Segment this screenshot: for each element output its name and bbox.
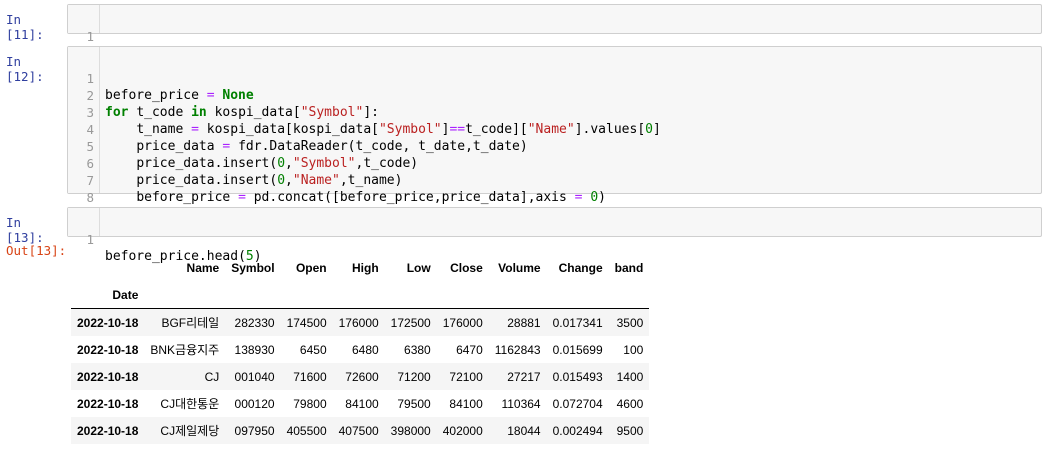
input-prompt: In [12]: — [6, 54, 44, 84]
table-cell: 84100 — [449, 396, 483, 411]
table-cell: 1400 — [616, 369, 644, 384]
column-header-row: Name Symbol Open High Low Close Volume C… — [71, 254, 649, 281]
table-cell: 172500 — [390, 315, 431, 330]
column-header: Open — [295, 260, 327, 275]
table-cell: 282330 — [234, 315, 275, 330]
table-cell: CJ제일제당 — [160, 424, 220, 438]
row-index: 2022-10-18 — [77, 423, 139, 438]
line-number: 8 — [86, 190, 94, 205]
table-cell: 84100 — [345, 396, 379, 411]
table-cell: 28881 — [507, 315, 541, 330]
code-editor[interactable]: 1 t_date = "2022-10-18" — [67, 4, 1042, 61]
table-cell: 6450 — [299, 342, 327, 357]
index-corner — [71, 254, 144, 281]
column-header: band — [614, 260, 644, 275]
table-cell: 138930 — [234, 342, 275, 357]
table-cell: 176000 — [442, 315, 483, 330]
table-cell: 6470 — [456, 342, 483, 357]
table-cell: 79500 — [397, 396, 431, 411]
row-index: 2022-10-18 — [77, 396, 139, 411]
table-cell: 72600 — [345, 369, 379, 384]
table-cell: 72100 — [449, 369, 483, 384]
table-cell: 000120 — [234, 396, 275, 411]
table-cell: 0.015699 — [552, 342, 603, 357]
notebook-cell-11[interactable]: In [11]: 1 t_date = "2022-10-18" — [0, 4, 1051, 61]
code-line: 3 t_name = kospi_data[kospi_data["Symbol… — [68, 87, 660, 137]
table-cell: 1162843 — [494, 342, 541, 357]
code-line: 7 before_price = pd.concat([before_price… — [68, 155, 606, 205]
table-cell: 001040 — [234, 369, 275, 384]
table-cell: CJ대한통운 — [160, 397, 220, 411]
index-name: Date — [112, 287, 139, 302]
column-header: Change — [558, 260, 603, 275]
code-editor[interactable]: 1 before_price.head(5) — [67, 207, 1042, 264]
table-cell: 71200 — [397, 369, 431, 384]
table-row: 2022-10-18 BGF리테일 282330 174500 176000 172500… — [71, 308, 650, 336]
table-cell: 6380 — [404, 342, 431, 357]
code-line: 8 before_price["band"] = before_price["H… — [68, 172, 621, 222]
code-line: 5 price_data.insert(0,"Symbol",t_code) — [68, 121, 418, 171]
column-header: Symbol — [231, 260, 275, 275]
table-row: 2022-10-18 CJ제일제당 097950 405500 407500 398000… — [71, 417, 650, 444]
table-cell: 176000 — [338, 315, 379, 330]
code-line: 1 before_price.head(5) — [68, 214, 261, 264]
table-cell: 398000 — [390, 423, 431, 438]
code-text: before_price = pd.concat([before_price,p… — [136, 190, 606, 205]
index-name-row: Date — [71, 281, 650, 309]
input-prompt: In [13]: — [6, 215, 44, 245]
table-row: 2022-10-18 CJ 001040 71600 72600 71200 72100 27… — [71, 363, 650, 390]
table-cell: 110364 — [501, 396, 541, 411]
table-cell: 0.017341 — [552, 315, 603, 330]
table-row: 2022-10-18 CJ대한통운 000120 79800 84100 79500 841… — [71, 390, 650, 417]
code-line: 4 price_data = fdr.DataReader(t_code, t_… — [68, 104, 527, 154]
column-header: Volume — [498, 260, 541, 275]
code-line: 1 t_date = "2022-10-18" — [68, 11, 269, 61]
table-cell: 6480 — [351, 342, 379, 357]
table-cell: 27217 — [507, 369, 541, 384]
row-index: 2022-10-18 — [77, 342, 139, 357]
dataframe-output: Name Symbol Open High Low Close Volume C… — [71, 254, 650, 444]
table-cell: 3500 — [616, 315, 644, 330]
output-prompt: Out[13]: — [6, 243, 67, 258]
table-cell: 097950 — [234, 423, 275, 438]
column-header: Close — [450, 260, 483, 275]
code-text: before_price = None — [105, 88, 254, 103]
notebook-cell-13[interactable]: In [13]: 1 before_price.head(5) — [0, 207, 1051, 264]
table-cell: 100 — [623, 342, 644, 357]
table-cell: 405500 — [286, 423, 327, 438]
column-header: Low — [406, 260, 431, 275]
table-cell: 9500 — [616, 423, 644, 438]
table-row: 2022-10-18 BNK금융지주 138930 6450 6480 6380 6470 1… — [71, 336, 650, 363]
table-cell: 174500 — [286, 315, 327, 330]
code-text: for t_code in kospi_data["Symbol"]: — [105, 105, 379, 120]
table-cell: BNK금융지주 — [150, 343, 220, 357]
line-number: 1 — [86, 232, 94, 247]
column-header: Name — [186, 260, 220, 275]
notebook-cell-12[interactable]: In [12]: 1 before_price = None 2 for t_c… — [0, 46, 1051, 222]
code-text: price_data.insert(0,"Symbol",t_code) — [136, 156, 419, 171]
code-text: t_name = kospi_data[kospi_data["Symbol"]… — [136, 122, 661, 137]
table-cell: 71600 — [293, 369, 327, 384]
table-cell: 0.002494 — [552, 423, 603, 438]
line-number: 1 — [86, 29, 94, 44]
code-editor[interactable]: 1 before_price = None 2 for t_code in ko… — [67, 46, 1042, 222]
column-header: High — [352, 260, 379, 275]
code-line: 2 for t_code in kospi_data["Symbol"]: — [68, 70, 379, 120]
code-text: price_data.insert(0,"Name",t_name) — [136, 173, 403, 188]
code-text: price_data = fdr.DataReader(t_code, t_da… — [136, 139, 528, 154]
table-cell: 4600 — [616, 396, 644, 411]
row-index: 2022-10-18 — [77, 369, 139, 384]
code-line: 1 before_price = None — [68, 53, 253, 103]
table-cell: 402000 — [442, 423, 483, 438]
row-index: 2022-10-18 — [77, 315, 139, 330]
table-cell: 79800 — [293, 396, 327, 411]
table-cell: 407500 — [338, 423, 379, 438]
table-cell: 0.015493 — [552, 369, 603, 384]
table-cell: CJ — [204, 369, 220, 384]
table-cell: BGF리테일 — [161, 316, 220, 330]
table-cell: 18044 — [507, 423, 541, 438]
input-prompt: In [11]: — [6, 12, 44, 42]
code-line: 6 price_data.insert(0,"Name",t_name) — [68, 138, 402, 188]
table-cell: 0.072704 — [552, 396, 603, 411]
